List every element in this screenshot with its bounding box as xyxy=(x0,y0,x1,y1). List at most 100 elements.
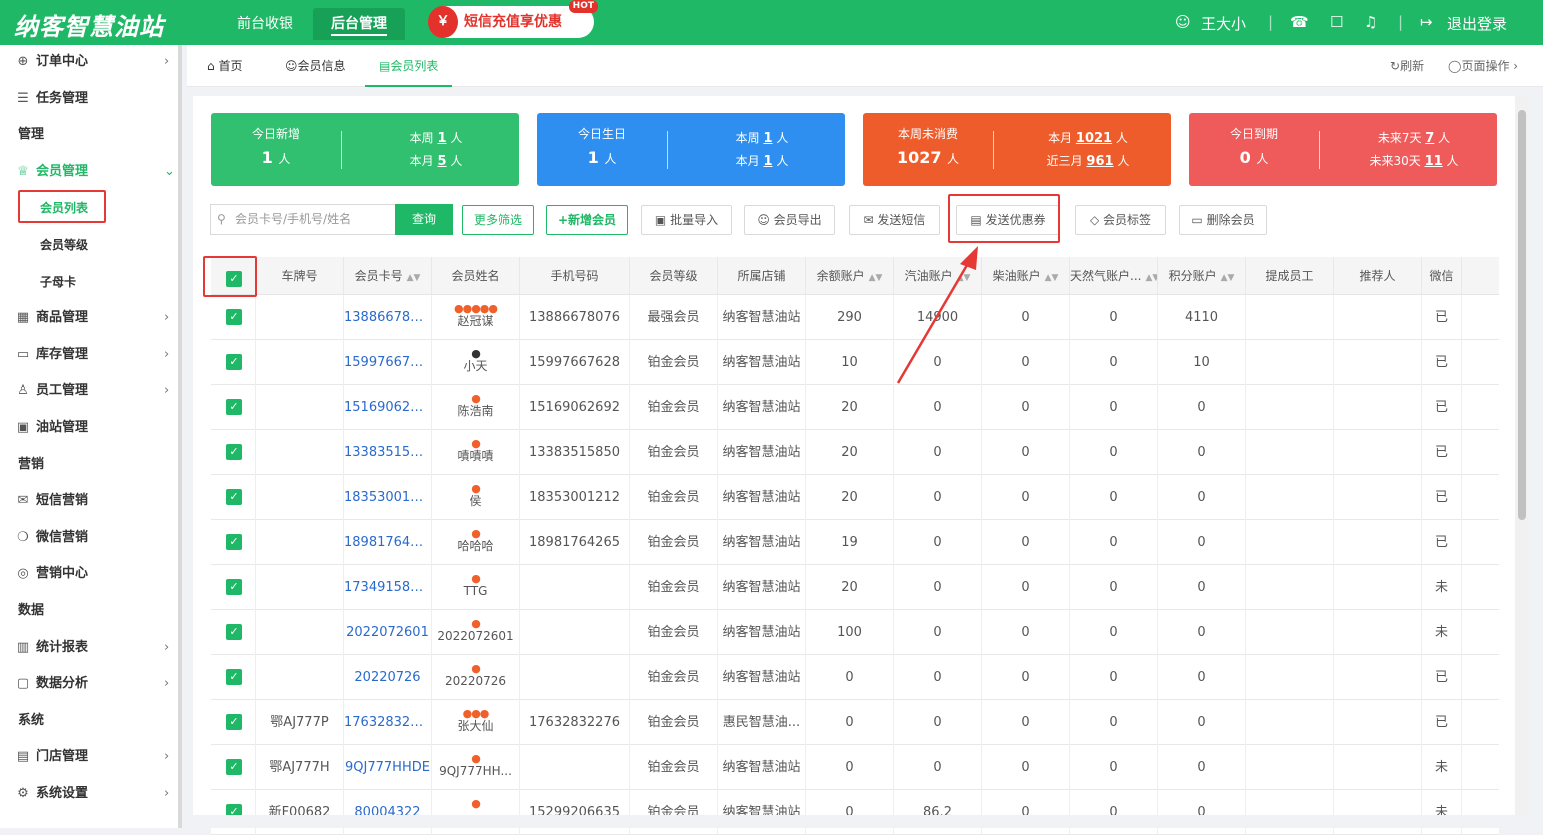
member-card-link[interactable]: 15169062692 xyxy=(344,385,432,430)
sort-icon[interactable]: ▲▼ xyxy=(1145,273,1157,283)
member-card-link[interactable]: 20220726 xyxy=(344,655,432,700)
member-card-link[interactable]: 17632832276 xyxy=(344,700,432,745)
row-checkbox[interactable]: ✓ xyxy=(226,759,242,775)
column-header[interactable]: 积分账户 ▲▼ xyxy=(1158,257,1246,295)
stat-card-3[interactable]: 今日到期 0 人未来7天 7 人未来30天 11 人 xyxy=(1189,113,1497,186)
delete-member-button[interactable]: ▭ 删除会员 xyxy=(1179,205,1267,235)
sidebar-item-9[interactable]: ♙ 员工管理 › xyxy=(0,376,182,406)
member-card-link[interactable]: 13383515850 xyxy=(344,430,432,475)
column-header[interactable]: 柴油账户 ▲▼ xyxy=(982,257,1070,295)
send-sms-button[interactable]: ✉ 发送短信 xyxy=(849,205,940,235)
row-checkbox[interactable]: ✓ xyxy=(226,714,242,730)
batch-import-button[interactable]: ▣ 批量导入 xyxy=(641,205,732,235)
add-member-button[interactable]: +新增会员 xyxy=(546,205,628,235)
cell-store: 纳客智慧油站 xyxy=(718,295,806,340)
member-card-link[interactable]: 13886678076 xyxy=(344,295,432,340)
table-row[interactable]: ✓ 15997667628 ● 小天 15997667628 铂金会员 纳客智慧油站 10 0 0… xyxy=(211,340,1499,385)
headset-icon[interactable]: ☎ xyxy=(1290,13,1309,31)
member-card-link[interactable]: 9QJ777HHDE xyxy=(344,745,432,790)
nav-frontdesk[interactable]: 前台收银 xyxy=(226,8,304,40)
card-r1-value[interactable]: 1 xyxy=(763,131,772,146)
stat-card-2[interactable]: 本周未消费 1027 人本月 1021 人近三月 961 人 xyxy=(863,113,1171,186)
sidebar-item-8[interactable]: ▭ 库存管理 › xyxy=(0,340,182,370)
query-button[interactable]: 查询 xyxy=(395,204,453,235)
stat-card-1[interactable]: 今日生日 1 人本周 1 人本月 1 人 xyxy=(537,113,845,186)
table-row[interactable]: ✓ 鄂AJ777P 17632832276 ●●● 张大仙 17632832276 铂金会员… xyxy=(211,700,1499,745)
sidebar-item-5[interactable]: 会员等级 xyxy=(0,230,182,260)
refresh-button[interactable]: ↻刷新 xyxy=(1390,45,1424,87)
member-card-link[interactable]: 17349158452 xyxy=(344,565,432,610)
tab-member-list[interactable]: ▤会员列表 xyxy=(365,45,453,87)
sidebar-item-3[interactable]: ♕ 会员管理 ⌄ xyxy=(0,157,182,187)
table-row[interactable]: ✓ 13886678076 ●●●●● 赵冠谋 13886678076 最强会员 纳客智慧油… xyxy=(211,295,1499,340)
sidebar-item-16[interactable]: ▥ 统计报表 › xyxy=(0,633,182,663)
row-checkbox[interactable]: ✓ xyxy=(226,624,242,640)
stat-card-0[interactable]: 今日新增 1 人本周 1 人本月 5 人 xyxy=(211,113,519,186)
lock-icon[interactable]: ☐ xyxy=(1330,13,1343,31)
scrollbar-thumb[interactable] xyxy=(1518,110,1526,520)
sidebar-item-10[interactable]: ▣ 油站管理 xyxy=(0,413,182,443)
member-card-link[interactable]: 18353001212 xyxy=(344,475,432,520)
sidebar-item-19[interactable]: ▤ 门店管理 › xyxy=(0,742,182,772)
sidebar-item-0[interactable]: ⊕ 订单中心 › xyxy=(0,47,182,77)
card-r2-value[interactable]: 961 xyxy=(1086,154,1113,169)
table-row[interactable]: ✓ 13383515850 ● 嘖嘖嘖 13383515850 铂金会员 纳客智慧油站 20 0… xyxy=(211,430,1499,475)
card-r2-value[interactable]: 5 xyxy=(437,154,446,169)
card-r2-value[interactable]: 11 xyxy=(1425,154,1443,169)
sidebar-item-14[interactable]: ◎ 营销中心 xyxy=(0,559,182,589)
sidebar-item-13[interactable]: ❍ 微信营销 xyxy=(0,523,182,553)
row-checkbox[interactable]: ✓ xyxy=(226,534,242,550)
table-row[interactable]: ✓ 20220726 ● 20220726 铂金会员 纳客智慧油站 0 0 0 0 0 已 xyxy=(211,655,1499,700)
column-header[interactable]: 会员卡号 ▲▼ xyxy=(344,257,432,295)
export-button[interactable]: ☺ 会员导出 xyxy=(744,205,835,235)
table-row[interactable]: ✓ 新F00682 80004322 ● 15299206635 铂金会员 纳客智慧油站 0 8… xyxy=(211,790,1499,835)
member-tag-button[interactable]: ◇ 会员标签 xyxy=(1075,205,1166,235)
row-checkbox[interactable]: ✓ xyxy=(226,309,242,325)
bell-icon[interactable]: ♫ xyxy=(1364,13,1377,31)
vertical-scrollbar[interactable] xyxy=(1515,96,1529,816)
user-name[interactable]: 王大小 xyxy=(1201,13,1246,34)
logout-button[interactable]: 退出登录 xyxy=(1447,13,1507,34)
table-row[interactable]: ✓ 15169062692 ● 陈浩南 15169062692 铂金会员 纳客智慧油站 20 0… xyxy=(211,385,1499,430)
nav-backend[interactable]: 后台管理 xyxy=(313,8,405,40)
tab-member-info[interactable]: ☺会员信息 xyxy=(285,45,346,87)
table-row[interactable]: ✓ 17349158452 ● TTG 铂金会员 纳客智慧油站 20 0 0 0 0 未 xyxy=(211,565,1499,610)
row-checkbox[interactable]: ✓ xyxy=(226,669,242,685)
row-checkbox[interactable]: ✓ xyxy=(226,354,242,370)
sort-icon[interactable]: ▲▼ xyxy=(1045,273,1059,283)
card-r1-value[interactable]: 1021 xyxy=(1076,131,1112,146)
column-header[interactable]: 余额账户 ▲▼ xyxy=(806,257,894,295)
member-card-link[interactable]: 2022072601 xyxy=(344,610,432,655)
sidebar-item-7[interactable]: ▦ 商品管理 › xyxy=(0,303,182,333)
search-input[interactable]: ⚲ 会员卡号/手机号/姓名 xyxy=(210,204,395,235)
row-checkbox[interactable]: ✓ xyxy=(226,399,242,415)
table-row[interactable]: ✓ 18981764265 ● 哈哈哈 18981764265 铂金会员 纳客智慧油站 19 0… xyxy=(211,520,1499,565)
card-row-1: 未来7天 7 人 xyxy=(1339,129,1489,146)
card-r2-value[interactable]: 1 xyxy=(763,154,772,169)
sidebar-item-17[interactable]: ▢ 数据分析 › xyxy=(0,669,182,699)
table-row[interactable]: ✓ 鄂AJ777H 9QJ777HHDE ● 9QJ777HH... 铂金会员 纳客智慧油站… xyxy=(211,745,1499,790)
sidebar-item-20[interactable]: ⚙ 系统设置 › xyxy=(0,779,182,809)
table-row[interactable]: ✓ 2022072601 ● 2022072601 铂金会员 纳客智慧油站 100 0 0 0 0 未 xyxy=(211,610,1499,655)
sort-icon[interactable]: ▲▼ xyxy=(407,273,421,283)
tab-home[interactable]: ⌂ 首页 xyxy=(207,45,242,87)
member-card-link[interactable]: 15997667628 xyxy=(344,340,432,385)
sidebar-item-6[interactable]: 子母卡 xyxy=(0,267,182,297)
more-filter-button[interactable]: 更多筛选 xyxy=(462,205,534,235)
column-header[interactable]: 天然气账户... ▲▼ xyxy=(1070,257,1158,295)
card-r1-value[interactable]: 7 xyxy=(1425,131,1434,146)
card-r1-value[interactable]: 1 xyxy=(437,131,446,146)
sort-icon[interactable]: ▲▼ xyxy=(1221,273,1235,283)
sidebar-item-12[interactable]: ✉ 短信营销 xyxy=(0,486,182,516)
sort-icon[interactable]: ▲▼ xyxy=(869,273,883,283)
sms-promo-banner[interactable]: ￥ 短信充值享优惠 HOT xyxy=(428,0,598,38)
sidebar-item-1[interactable]: ☰ 任务管理 xyxy=(0,84,182,114)
card-r1-unit: 人 xyxy=(1115,131,1128,145)
row-checkbox[interactable]: ✓ xyxy=(226,579,242,595)
member-card-link[interactable]: 80004322 xyxy=(344,790,432,835)
page-ops-button[interactable]: ◯页面操作 › xyxy=(1448,45,1518,87)
table-row[interactable]: ✓ 18353001212 ● 侯 18353001212 铂金会员 纳客智慧油站 20 0 0 0… xyxy=(211,475,1499,520)
row-checkbox[interactable]: ✓ xyxy=(226,444,242,460)
member-card-link[interactable]: 18981764265 xyxy=(344,520,432,565)
row-checkbox[interactable]: ✓ xyxy=(226,489,242,505)
